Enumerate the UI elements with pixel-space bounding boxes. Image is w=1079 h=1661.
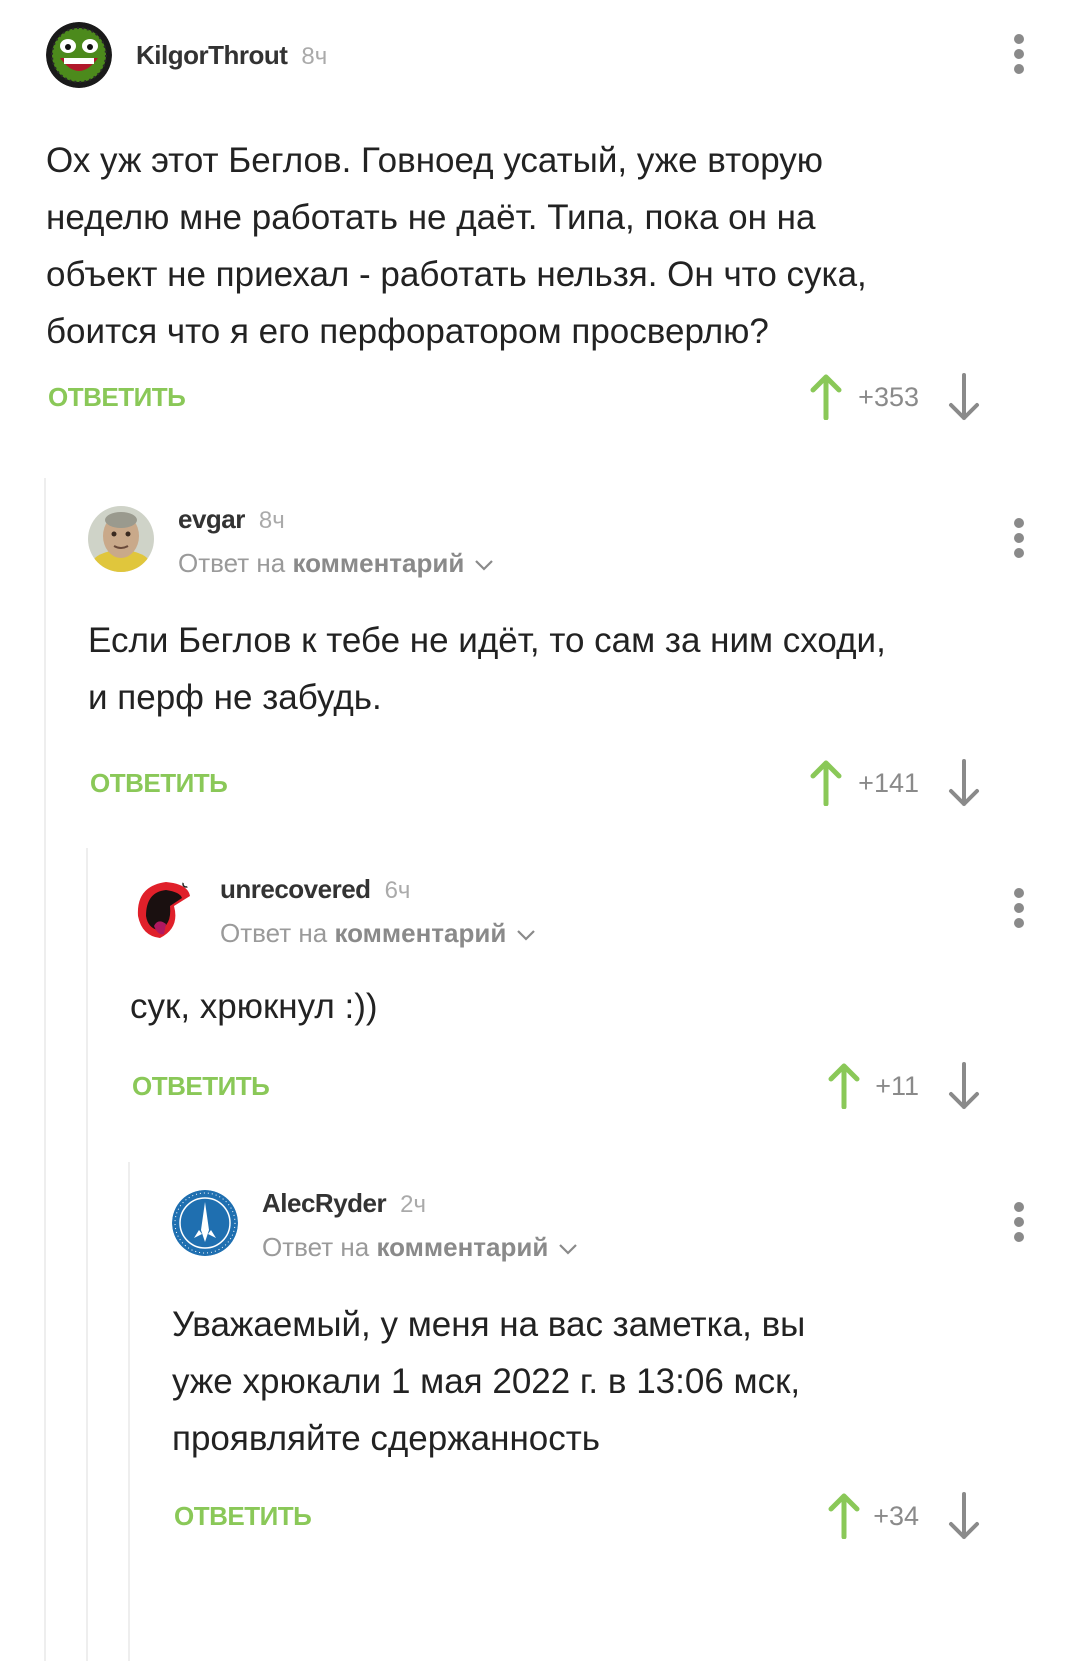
chevron-down-icon bbox=[517, 930, 536, 941]
arrow-down-icon[interactable] bbox=[947, 758, 981, 808]
kebab-menu-icon[interactable] bbox=[1009, 34, 1029, 78]
comment-actions: ОТВЕТИТЬ +34 bbox=[172, 1487, 1079, 1547]
kebab-menu-icon[interactable] bbox=[1009, 888, 1029, 932]
comment-actions: ОТВЕТИТЬ +141 bbox=[88, 754, 1079, 814]
comment-actions: ОТВЕТИТЬ +11 bbox=[130, 1057, 1079, 1117]
comment-header: KilgorThrout 8ч bbox=[46, 22, 1079, 102]
chevron-down-icon bbox=[475, 560, 494, 571]
thread-line-level-1 bbox=[44, 478, 46, 1661]
comment-text: Уважаемый, у меня на вас заметка, вы уже… bbox=[172, 1305, 806, 1458]
thread-line-level-2 bbox=[86, 848, 88, 1661]
reply-to-link[interactable]: Ответ на комментарий bbox=[262, 1232, 578, 1263]
arrow-up-icon[interactable] bbox=[827, 1493, 861, 1539]
comment-text: сук, хрюкнул :)) bbox=[130, 987, 378, 1026]
comment-actions: ОТВЕТИТЬ +353 bbox=[46, 368, 1079, 428]
comment-text: Ох уж этот Беглов. Говноед усатый, уже в… bbox=[46, 141, 867, 351]
arrow-up-icon[interactable] bbox=[827, 1063, 861, 1109]
rating-value: +34 bbox=[873, 1501, 919, 1531]
reply-button[interactable]: ОТВЕТИТЬ bbox=[90, 768, 228, 799]
reply-button[interactable]: ОТВЕТИТЬ bbox=[48, 382, 186, 413]
timestamp: 6ч bbox=[384, 877, 411, 904]
rating-value: +11 bbox=[875, 1071, 919, 1101]
username[interactable]: KilgorThrout 8ч bbox=[136, 40, 327, 71]
comment-root: KilgorThrout 8ч Ох уж этот Беглов. Говное… bbox=[46, 22, 1079, 428]
comment-header: unrecovered 6ч Ответ на комментарий bbox=[130, 874, 1079, 956]
rating-value: +141 bbox=[858, 768, 919, 798]
awesome-face-icon[interactable] bbox=[46, 22, 112, 88]
comment-header: evgar 8ч Ответ на комментарий bbox=[88, 504, 1079, 586]
comment-text: Если Беглов к тебе не идёт, то сам за ни… bbox=[88, 621, 886, 717]
screaming-mouth-avatar[interactable] bbox=[130, 876, 196, 942]
arrow-down-icon[interactable] bbox=[947, 1491, 981, 1541]
timestamp: 8ч bbox=[258, 507, 285, 534]
reply-button[interactable]: ОТВЕТИТЬ bbox=[132, 1071, 270, 1102]
old-man-avatar[interactable] bbox=[88, 506, 154, 572]
comment-reply-level-3: AlecRyder 2ч Ответ на комментарий Уважаем… bbox=[172, 1188, 1079, 1547]
andromeda-initiative-logo[interactable] bbox=[172, 1190, 238, 1256]
reply-to-link[interactable]: Ответ на комментарий bbox=[178, 548, 494, 579]
reply-button[interactable]: ОТВЕТИТЬ bbox=[174, 1501, 312, 1532]
kebab-menu-icon[interactable] bbox=[1009, 518, 1029, 562]
arrow-down-icon[interactable] bbox=[947, 372, 981, 422]
arrow-up-icon[interactable] bbox=[809, 760, 843, 806]
comment-header: AlecRyder 2ч Ответ на комментарий bbox=[172, 1188, 1079, 1270]
thread-line-level-3 bbox=[128, 1162, 130, 1661]
username[interactable]: AlecRyder 2ч bbox=[262, 1188, 426, 1219]
comment-reply-level-2: unrecovered 6ч Ответ на комментарий сук, … bbox=[130, 874, 1079, 1117]
timestamp: 8ч bbox=[301, 43, 328, 70]
username[interactable]: unrecovered 6ч bbox=[220, 874, 410, 905]
timestamp: 2ч bbox=[400, 1191, 426, 1218]
arrow-down-icon[interactable] bbox=[947, 1061, 981, 1111]
comment-reply-level-1: evgar 8ч Ответ на комментарий Если Беглов… bbox=[88, 504, 1079, 814]
rating-value: +353 bbox=[858, 382, 919, 412]
arrow-up-icon[interactable] bbox=[809, 374, 843, 420]
kebab-menu-icon[interactable] bbox=[1009, 1202, 1029, 1246]
chevron-down-icon bbox=[559, 1244, 578, 1255]
username[interactable]: evgar 8ч bbox=[178, 504, 285, 535]
reply-to-link[interactable]: Ответ на комментарий bbox=[220, 918, 536, 949]
